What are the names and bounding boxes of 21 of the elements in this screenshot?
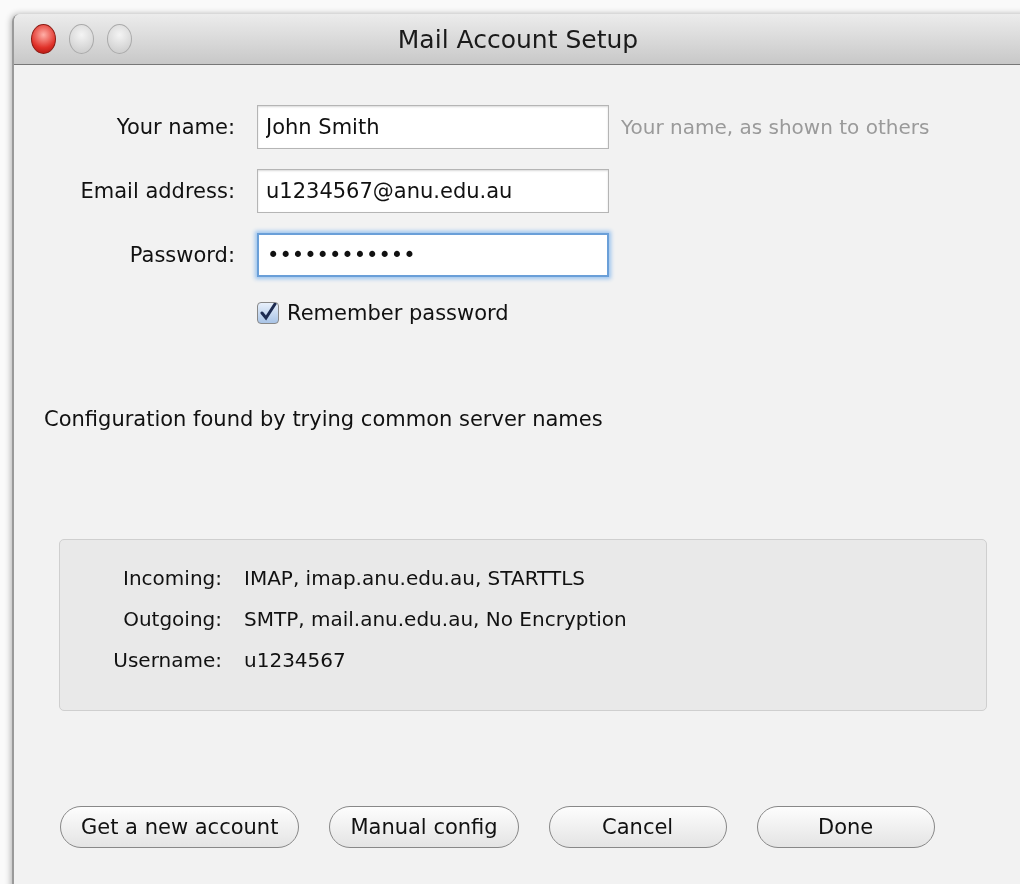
input-field[interactable]: u1234567@anu.edu.au bbox=[257, 169, 609, 213]
field-label: Password: bbox=[128, 243, 235, 267]
checkbox[interactable] bbox=[257, 302, 279, 324]
dialog-button[interactable]: Manual config bbox=[329, 806, 519, 848]
dialog-button[interactable]: Get a new account bbox=[60, 806, 300, 848]
field-label: Email address: bbox=[79, 179, 235, 203]
input-field[interactable]: •••••••••••• bbox=[257, 233, 609, 277]
config-value: IMAP, imap.anu.edu.au, STARTTLS bbox=[244, 566, 585, 590]
window-title: Mail Account Setup bbox=[396, 24, 640, 54]
config-value: SMTP, mail.anu.edu.au, No Encryption bbox=[244, 607, 627, 631]
close-button[interactable] bbox=[31, 24, 56, 54]
dialog-button[interactable]: Cancel bbox=[548, 806, 727, 848]
checkbox-label: Remember password bbox=[287, 301, 509, 325]
status-message: Configuration found by trying common server names bbox=[44, 407, 604, 431]
dialog-button[interactable]: Done bbox=[756, 806, 935, 848]
config-label: Username: bbox=[112, 648, 222, 672]
config-label: Outgoing: bbox=[122, 607, 222, 631]
config-value: u1234567 bbox=[244, 648, 346, 672]
config-label: Incoming: bbox=[122, 566, 222, 590]
field-label: Your name: bbox=[115, 115, 235, 139]
field-hint: Your name, as shown to others bbox=[621, 115, 930, 139]
